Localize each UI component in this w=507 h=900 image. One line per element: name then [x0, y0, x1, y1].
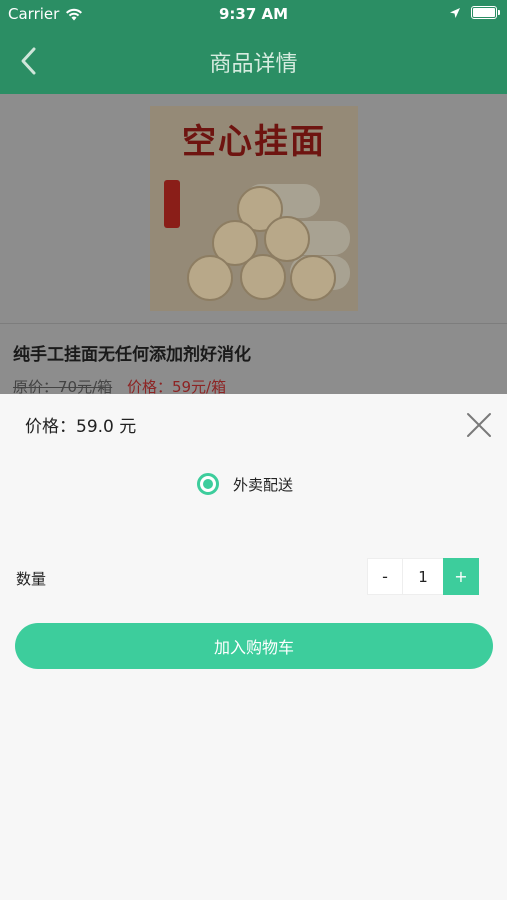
sheet-price: 价格：59.0 元	[25, 417, 137, 437]
quantity-value[interactable]: 1	[403, 558, 443, 595]
close-icon[interactable]	[464, 410, 494, 440]
radio-selected-icon[interactable]	[197, 473, 219, 495]
delivery-label: 外卖配送	[233, 475, 294, 494]
page-title: 商品详情	[209, 52, 298, 77]
status-bar: Carrier 9:37 AM	[0, 0, 507, 28]
quantity-stepper: - 1 +	[367, 558, 479, 595]
nav-bar: 商品详情	[0, 28, 507, 94]
location-arrow-icon	[450, 7, 460, 18]
divider	[0, 323, 507, 324]
product-detail: 空心挂面 纯手工挂面无任何添加剂好消化 原价：70元/箱 价格：59元/箱	[0, 94, 507, 396]
quantity-label: 数量	[16, 570, 47, 588]
battery-icon	[471, 6, 500, 19]
purchase-sheet: 价格：59.0 元 外卖配送 数量 - 1 + 加入购物车	[0, 394, 507, 900]
product-name: 纯手工挂面无任何添加剂好消化	[13, 345, 251, 365]
radio-dot	[203, 479, 213, 489]
product-image-title: 空心挂面	[182, 122, 326, 162]
delivery-option[interactable]: 外卖配送	[197, 473, 293, 495]
increase-button[interactable]: +	[443, 558, 479, 595]
status-time: 9:37 AM	[218, 5, 289, 23]
decrease-button[interactable]: -	[367, 558, 403, 595]
add-to-cart-button[interactable]: 加入购物车	[15, 623, 493, 669]
status-right	[449, 6, 500, 19]
product-image: 空心挂面	[150, 106, 358, 311]
red-seal	[164, 180, 180, 228]
